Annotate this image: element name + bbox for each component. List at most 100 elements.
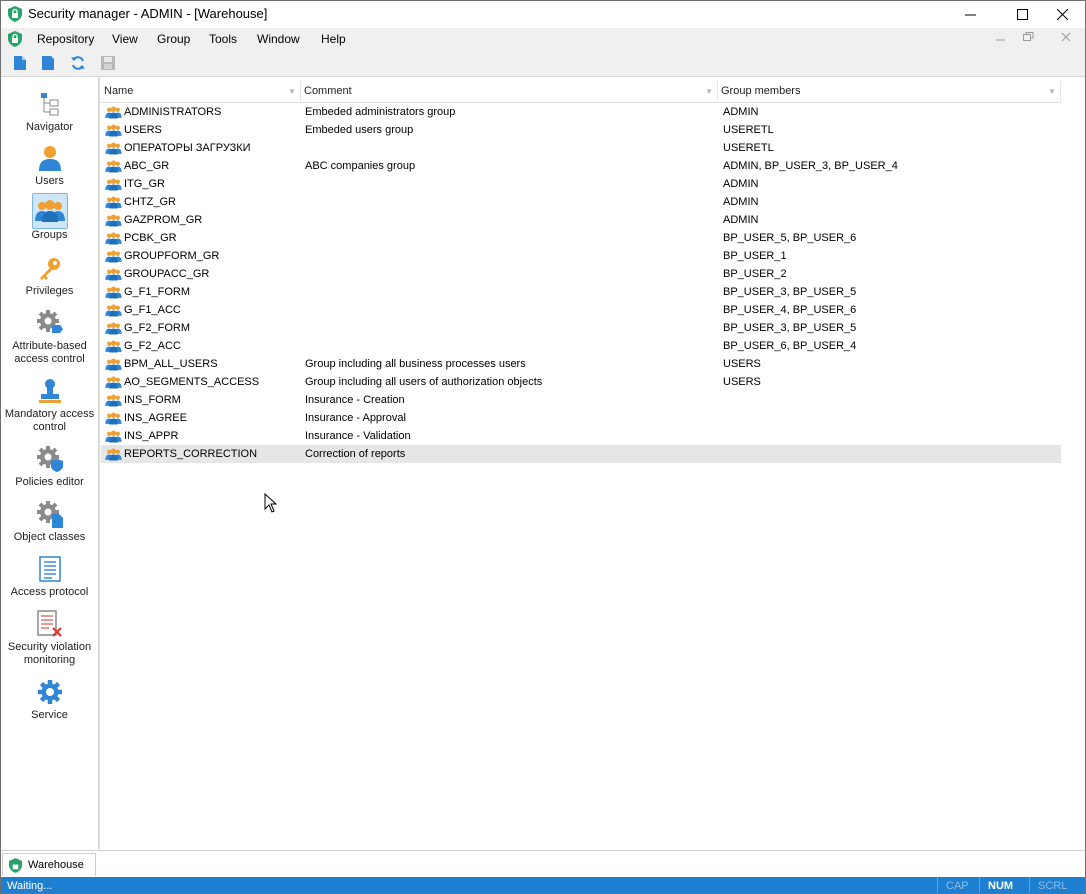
menu-repository[interactable]: Repository (37, 32, 94, 46)
table-row[interactable]: ОПЕРАТОРЫ ЗАГРУЗКИ USERETL (101, 139, 1061, 157)
cell-group-members: USERETL (723, 142, 774, 154)
table-row[interactable]: INS_FORM Insurance - Creation (101, 391, 1061, 409)
cell-group-members: BP_USER_3, BP_USER_5 (723, 322, 857, 334)
group-icon (105, 304, 122, 316)
table-row[interactable]: USERS Embeded users group USERETL (101, 121, 1061, 139)
table-header: Name ▼ Comment ▼ Group members ▼ (101, 81, 1061, 103)
column-header-name[interactable]: Name ▼ (101, 81, 301, 102)
sidebar-item-service[interactable]: Service (1, 675, 98, 722)
cell-name: ADMINISTRATORS (105, 103, 221, 121)
menu-view[interactable]: View (112, 32, 138, 46)
cell-name: CHTZ_GR (105, 193, 176, 211)
document-button[interactable] (37, 53, 59, 73)
cell-group-members: ADMIN (723, 178, 759, 190)
group-name: GAZPROM_GR (124, 214, 203, 226)
close-button[interactable] (1039, 1, 1085, 27)
cell-name: BPM_ALL_USERS (105, 355, 218, 373)
table-row[interactable]: G_F1_FORM BP_USER_3, BP_USER_5 (101, 283, 1061, 301)
cell-name: ОПЕРАТОРЫ ЗАГРУЗКИ (105, 139, 251, 157)
table-row[interactable]: INS_AGREE Insurance - Approval (101, 409, 1061, 427)
menu-help[interactable]: Help (321, 32, 346, 46)
group-icon (105, 250, 122, 262)
menu-bar: Repository View Group Tools Window Help (1, 28, 1085, 50)
cell-group-members: BP_USER_3, BP_USER_5 (723, 286, 857, 298)
cell-group-members: BP_USER_6, BP_USER_4 (723, 340, 857, 352)
table-row[interactable]: CHTZ_GR ADMIN (101, 193, 1061, 211)
sidebar-item-policies-editor[interactable]: Policies editor (1, 442, 98, 489)
column-header-comment[interactable]: Comment ▼ (301, 81, 718, 102)
mdi-restore-button[interactable] (1023, 31, 1034, 46)
sidebar-item-security-violation-monitoring[interactable]: Security violation monitoring (1, 607, 98, 667)
group-name: INS_AGREE (124, 412, 187, 424)
restore-icon (1023, 32, 1034, 41)
cell-name: G_F1_ACC (105, 301, 181, 319)
tab-warehouse[interactable]: Warehouse (2, 853, 96, 876)
cell-comment: ABC companies group (305, 160, 416, 172)
cell-comment: Insurance - Approval (305, 412, 406, 424)
table-row[interactable]: ADMINISTRATORS Embeded administrators gro… (101, 103, 1061, 121)
table-row[interactable]: AO_SEGMENTS_ACCESS Group including all us… (101, 373, 1061, 391)
menu-window[interactable]: Window (257, 32, 300, 46)
chevron-down-icon: ▼ (288, 87, 296, 96)
chevron-down-icon: ▼ (1048, 87, 1056, 96)
group-name: PCBK_GR (124, 232, 177, 244)
cell-name: GROUPACC_GR (105, 265, 209, 283)
column-header-group-members[interactable]: Group members ▼ (718, 81, 1061, 102)
table-row[interactable]: ITG_GR ADMIN (101, 175, 1061, 193)
new-document-icon (14, 56, 26, 70)
minimize-button[interactable] (947, 1, 993, 27)
cell-group-members: BP_USER_5, BP_USER_6 (723, 232, 857, 244)
cell-group-members: ADMIN (723, 214, 759, 226)
sidebar-item-label: Attribute-based access control (12, 340, 87, 365)
group-name: G_F2_ACC (124, 340, 181, 352)
new-document-button[interactable] (9, 53, 31, 73)
minimize-icon (964, 14, 976, 15)
sidebar-item-label: Groups (31, 229, 68, 241)
document-icon (42, 56, 54, 70)
table-row[interactable]: REPORTS_CORRECTION Correction of reports (101, 445, 1061, 463)
menu-tools[interactable]: Tools (209, 32, 237, 46)
group-icon (105, 376, 122, 388)
group-icon (105, 340, 122, 352)
sidebar-item-mandatory-access-control[interactable]: Mandatory access control (1, 374, 98, 434)
table-row[interactable]: GAZPROM_GR ADMIN (101, 211, 1061, 229)
cell-comment: Embeded administrators group (305, 106, 456, 118)
group-icon (105, 448, 122, 460)
group-icon (105, 412, 122, 424)
save-button[interactable] (97, 53, 119, 73)
table-row[interactable]: BPM_ALL_USERS Group including all busines… (101, 355, 1061, 373)
gear-tag-icon (36, 310, 63, 333)
mdi-minimize-button[interactable] (996, 31, 1005, 46)
sidebar-item-navigator[interactable]: Navigator (1, 87, 98, 134)
group-name: G_F1_ACC (124, 304, 181, 316)
table-row[interactable]: G_F1_ACC BP_USER_4, BP_USER_6 (101, 301, 1061, 319)
shield-lock-icon (8, 6, 22, 22)
gear-shield-icon (36, 446, 63, 472)
refresh-button[interactable] (67, 53, 89, 73)
table-row[interactable]: G_F2_ACC BP_USER_6, BP_USER_4 (101, 337, 1061, 355)
mdi-close-button[interactable] (1061, 31, 1071, 46)
sidebar-item-groups[interactable]: Groups (1, 193, 98, 242)
window-title: Security manager - ADMIN - [Warehouse] (28, 6, 268, 21)
sidebar-item-privileges[interactable]: Privileges (1, 251, 98, 298)
sidebar: Navigator Users Groups Privileges Attrib… (1, 77, 100, 849)
table-row[interactable]: G_F2_FORM BP_USER_3, BP_USER_5 (101, 319, 1061, 337)
menu-group[interactable]: Group (157, 32, 190, 46)
group-name: ADMINISTRATORS (124, 106, 222, 118)
sidebar-item-users[interactable]: Users (1, 141, 98, 188)
sidebar-item-attribute-based-access-control[interactable]: Attribute-based access control (1, 306, 98, 366)
cell-comment: Insurance - Validation (305, 430, 411, 442)
sidebar-item-access-protocol[interactable]: Access protocol (1, 552, 98, 599)
table-row[interactable]: PCBK_GR BP_USER_5, BP_USER_6 (101, 229, 1061, 247)
group-icon (34, 200, 65, 222)
tab-label: Warehouse (28, 859, 84, 871)
sidebar-item-object-classes[interactable]: Object classes (1, 497, 98, 544)
cell-name: INS_APPR (105, 427, 178, 445)
service-gear-icon (37, 680, 62, 704)
group-name: REPORTS_CORRECTION (124, 448, 258, 460)
table-row[interactable]: ABC_GR ABC companies group ADMIN, BP_USER_… (101, 157, 1061, 175)
cell-comment: Insurance - Creation (305, 394, 405, 406)
table-row[interactable]: INS_APPR Insurance - Validation (101, 427, 1061, 445)
table-row[interactable]: GROUPACC_GR BP_USER_2 (101, 265, 1061, 283)
table-row[interactable]: GROUPFORM_GR BP_USER_1 (101, 247, 1061, 265)
